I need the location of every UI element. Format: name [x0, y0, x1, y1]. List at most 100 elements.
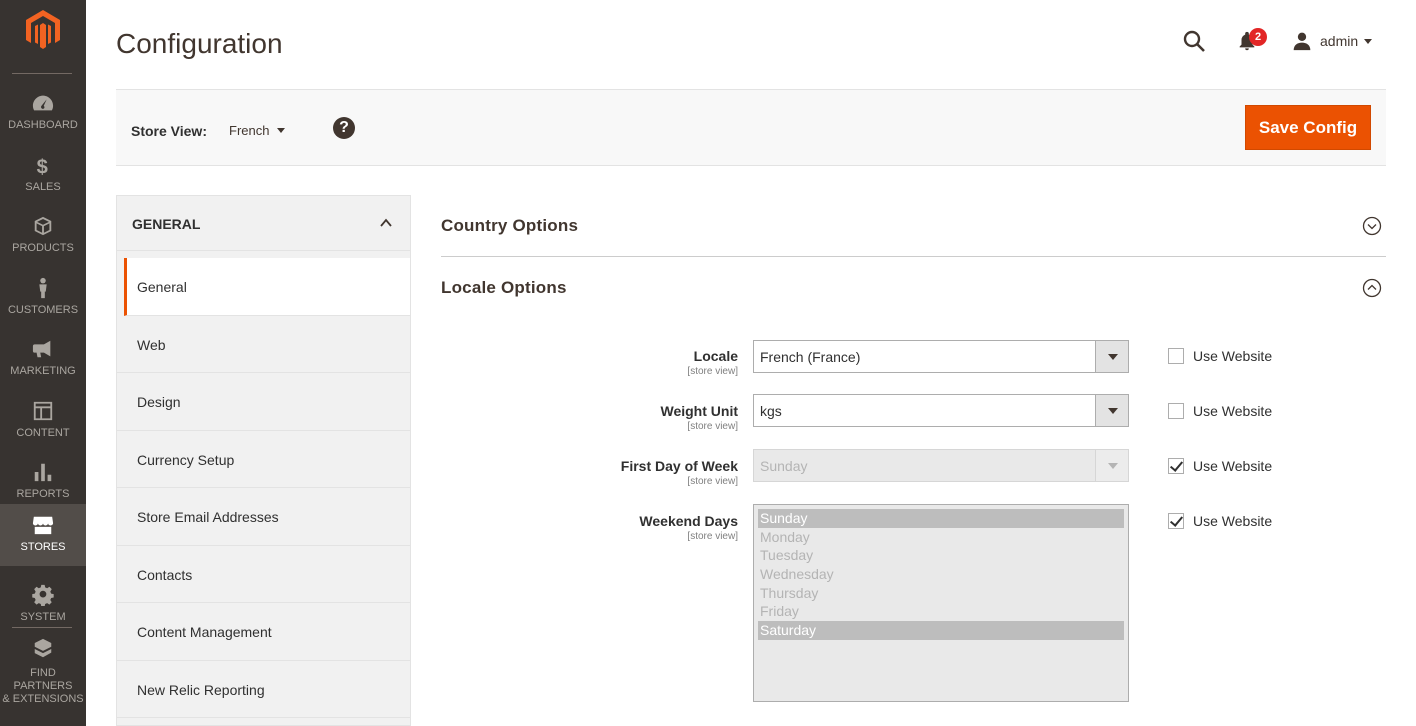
gear-icon: [0, 584, 86, 608]
search-button[interactable]: [1182, 29, 1206, 53]
menu-item-marketing[interactable]: MARKETING: [0, 328, 86, 390]
storefront-icon: [0, 514, 86, 538]
chevron-up-circle-icon: [1362, 278, 1382, 298]
use-website-label: Use Website: [1193, 403, 1273, 419]
store-view-switcher[interactable]: French: [229, 123, 286, 138]
menu-item-products[interactable]: PRODUCTS: [0, 205, 86, 267]
weekend-days-multiselect[interactable]: Sunday Monday Tuesday Wednesday Thursday…: [753, 504, 1129, 702]
save-config-button[interactable]: Save Config: [1245, 105, 1371, 150]
extensions-icon: [0, 638, 86, 662]
first-day-use-website-checkbox[interactable]: [1168, 458, 1184, 474]
user-icon: [1293, 32, 1311, 51]
admin-menu: DASHBOARD $ SALES PRODUCTS CUSTOMERS MAR…: [0, 0, 86, 726]
magento-logo-icon[interactable]: [26, 10, 60, 50]
cube-icon: [0, 215, 86, 239]
menu-item-content[interactable]: CONTENT: [0, 390, 86, 452]
nav-item-new-relic-reporting[interactable]: New Relic Reporting: [117, 661, 410, 718]
locale-label: Locale: [693, 348, 738, 364]
weekend-days-label: Weekend Days: [639, 513, 738, 529]
search-icon: [1183, 30, 1205, 52]
nav-item-general[interactable]: General: [124, 258, 410, 316]
weekend-days-use-website[interactable]: Use Website: [1168, 513, 1272, 529]
nav-item-label: Design: [137, 394, 181, 410]
nav-item-label: New Relic Reporting: [137, 681, 265, 698]
nav-item-label: General: [137, 279, 187, 295]
section-locale-options[interactable]: Locale Options: [441, 257, 1386, 319]
use-website-label: Use Website: [1193, 513, 1273, 529]
menu-item-sales[interactable]: $ SALES: [0, 144, 86, 206]
bar-chart-icon: [0, 461, 86, 485]
nav-item-design[interactable]: Design: [117, 373, 410, 431]
nav-item-label: Currency Setup: [137, 451, 235, 468]
user-account-menu[interactable]: admin: [1292, 30, 1373, 52]
weekend-option-thursday[interactable]: Thursday: [758, 584, 1124, 603]
weekend-option-tuesday[interactable]: Tuesday: [758, 546, 1124, 565]
notification-count-badge: 2: [1249, 28, 1267, 46]
locale-use-website[interactable]: Use Website: [1168, 348, 1272, 364]
nav-item-label: Contacts: [137, 566, 193, 583]
megaphone-icon: [0, 338, 86, 362]
menu-item-dashboard[interactable]: DASHBOARD: [0, 82, 86, 144]
dollar-icon: $: [0, 154, 86, 178]
menu-item-customers[interactable]: CUSTOMERS: [0, 267, 86, 329]
locale-use-website-checkbox[interactable]: [1168, 348, 1184, 364]
weight-unit-label: Weight Unit: [660, 403, 738, 419]
nav-item-label: Store Email Addresses: [137, 509, 279, 525]
weight-unit-select[interactable]: kgs: [753, 394, 1129, 427]
weekend-option-monday[interactable]: Monday: [758, 528, 1124, 547]
chevron-up-icon: [380, 218, 392, 227]
weekend-option-sunday[interactable]: Sunday: [758, 509, 1124, 528]
select-arrow-icon: [1095, 395, 1128, 426]
locale-select[interactable]: French (France): [753, 340, 1129, 373]
weekend-days-scope: [store view]: [687, 531, 738, 542]
page-title: Configuration: [116, 28, 283, 59]
nav-item-content-management[interactable]: Content Management: [117, 603, 410, 661]
weight-unit-use-website-checkbox[interactable]: [1168, 403, 1184, 419]
select-arrow-icon: [1095, 341, 1128, 372]
section-title: Locale Options: [441, 278, 567, 297]
nav-item-store-email-addresses[interactable]: Store Email Addresses: [117, 488, 410, 546]
weekend-days-use-website-checkbox[interactable]: [1168, 513, 1184, 529]
nav-item-label: Web: [137, 336, 166, 353]
weekend-option-wednesday[interactable]: Wednesday: [758, 565, 1124, 584]
store-view-label: Store View:: [131, 123, 207, 139]
weekend-option-saturday[interactable]: Saturday: [758, 621, 1124, 640]
help-icon[interactable]: ?: [333, 117, 355, 139]
section-title: Country Options: [441, 216, 579, 235]
nav-group-label: GENERAL: [132, 216, 201, 232]
select-arrow-icon: [1095, 450, 1128, 481]
weight-unit-use-website[interactable]: Use Website: [1168, 403, 1272, 419]
svg-text:$: $: [37, 156, 48, 176]
caret-down-icon: [1364, 38, 1373, 44]
section-country-options[interactable]: Country Options: [441, 195, 1386, 257]
chevron-down-circle-icon: [1362, 216, 1382, 236]
dashboard-icon: [0, 92, 86, 116]
first-day-scope: [store view]: [687, 476, 738, 487]
use-website-label: Use Website: [1193, 458, 1273, 474]
weight-unit-value: kgs: [760, 403, 782, 419]
nav-item-label: Content Management: [137, 624, 272, 640]
locale-value: French (France): [760, 349, 861, 365]
caret-down-icon: [277, 128, 286, 133]
store-view-value: French: [229, 123, 270, 138]
weekend-option-friday[interactable]: Friday: [758, 602, 1124, 621]
use-website-label: Use Website: [1193, 348, 1273, 364]
store-view-bar: Store View: French ? Save Config: [116, 89, 1386, 166]
locale-scope: [store view]: [687, 366, 738, 377]
menu-item-stores[interactable]: STORES: [0, 504, 86, 566]
nav-group-general[interactable]: GENERAL: [117, 196, 410, 251]
config-nav: GENERAL General Web Design Currency Setu…: [116, 195, 411, 726]
menu-divider: [12, 73, 72, 74]
weight-unit-scope: [store view]: [687, 421, 738, 432]
nav-item-contacts[interactable]: Contacts: [117, 546, 410, 603]
first-day-use-website[interactable]: Use Website: [1168, 458, 1272, 474]
nav-item-web[interactable]: Web: [117, 316, 410, 373]
person-icon: [0, 277, 86, 301]
first-day-label: First Day of Week: [620, 458, 738, 474]
first-day-value: Sunday: [760, 458, 808, 474]
layout-icon: [0, 400, 86, 424]
nav-item-currency-setup[interactable]: Currency Setup: [117, 431, 410, 488]
first-day-select[interactable]: Sunday: [753, 449, 1129, 482]
user-name: admin: [1320, 33, 1359, 49]
menu-item-find-partners[interactable]: FIND PARTNERS & EXTENSIONS: [0, 628, 86, 705]
